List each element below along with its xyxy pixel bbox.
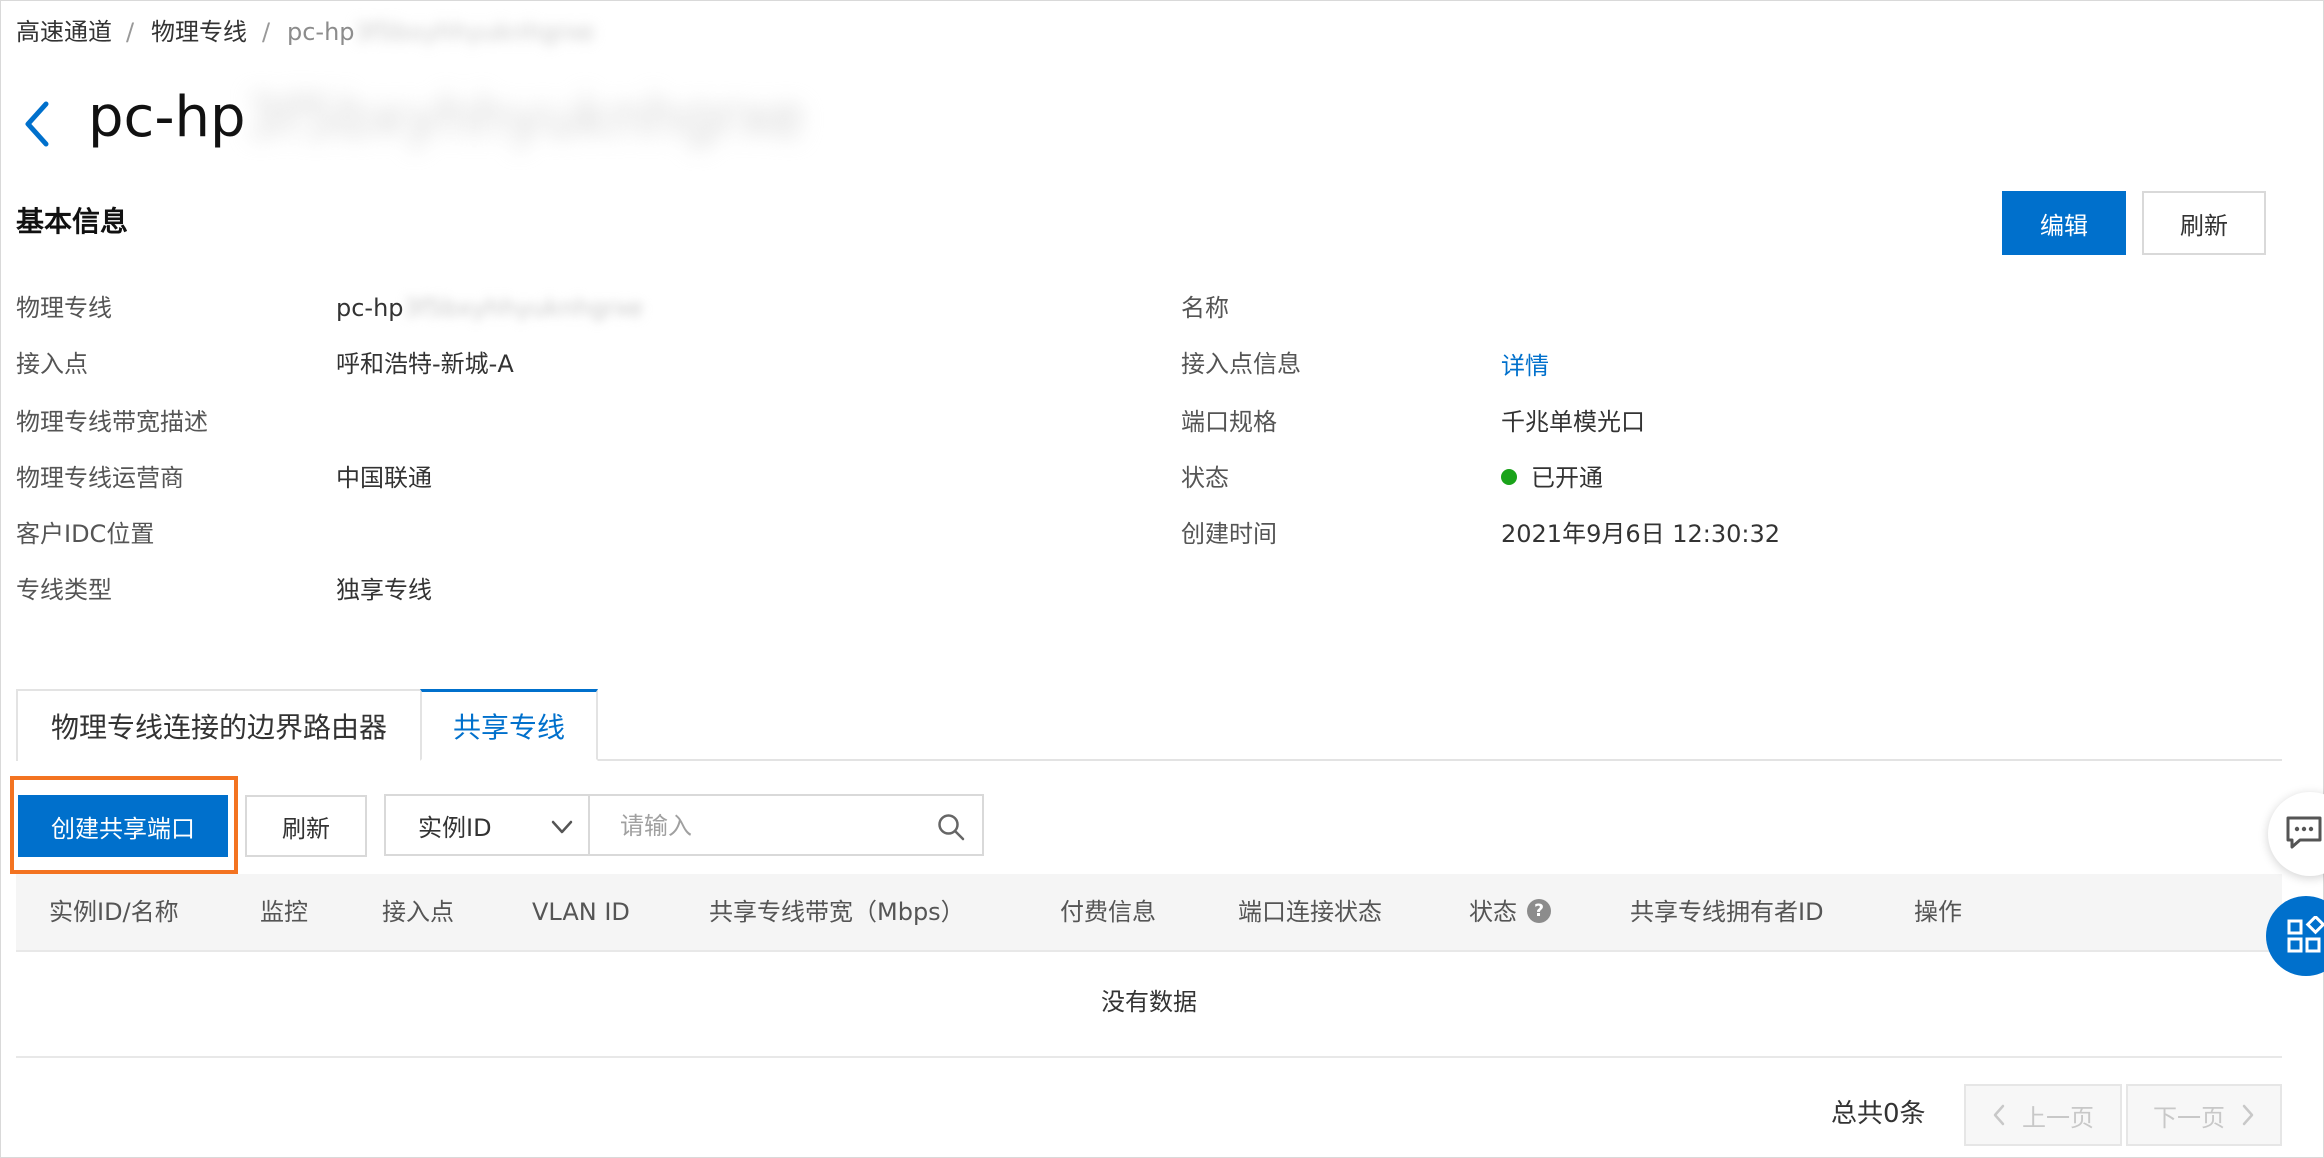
field-label-idc-location: 客户IDC位置 (16, 520, 155, 548)
breadcrumb-current: pc-hp3f5bxyhhyuknhgrxe (287, 18, 595, 46)
filter-select-value: 实例ID (418, 813, 492, 842)
next-page-button[interactable]: 下一页 (2126, 1084, 2282, 1146)
field-label-physical-connection: 物理专线 (16, 294, 112, 322)
field-label-port-spec: 端口规格 (1181, 408, 1277, 436)
chevron-down-icon (551, 820, 573, 834)
create-shared-port-button[interactable]: 创建共享端口 (18, 795, 228, 857)
field-label-status: 状态 (1181, 464, 1229, 492)
status-dot-icon (1501, 469, 1517, 485)
field-label-bandwidth-description: 物理专线带宽描述 (16, 408, 208, 436)
refresh-info-button[interactable]: 刷新 (2142, 191, 2266, 255)
page-title: pc-hp3f5bxyhhyuknhgrxe (88, 85, 805, 150)
chevron-right-icon (2242, 1104, 2254, 1126)
access-point-details-link[interactable]: 详情 (1501, 348, 1549, 384)
apps-icon (2287, 916, 2324, 953)
column-header-vlan-id: VLAN ID (532, 898, 630, 926)
table-header: 实例ID/名称 监控 接入点 VLAN ID 共享专线带宽（Mbps） 付费信息… (16, 874, 2282, 952)
search-icon[interactable] (936, 812, 966, 842)
empty-state-text: 没有数据 (1101, 988, 1197, 1016)
edit-button[interactable]: 编辑 (2002, 191, 2126, 255)
column-header-instance: 实例ID/名称 (49, 898, 179, 926)
field-value-port-spec: 千兆单模光口 (1501, 408, 1645, 436)
field-value-status: 已开通 (1501, 460, 1603, 496)
column-header-bandwidth: 共享专线带宽（Mbps） (709, 898, 965, 926)
column-header-actions: 操作 (1914, 898, 1962, 926)
field-value-physical-connection: pc-hp3f5bxyhhyuknhgrxe (336, 294, 644, 322)
section-title-basic-info: 基本信息 (16, 205, 129, 238)
chat-icon (2286, 816, 2322, 849)
field-label-access-point-info: 接入点信息 (1181, 350, 1301, 378)
breadcrumb-separator: / (262, 18, 271, 46)
tab-shared-lines[interactable]: 共享专线 (420, 689, 598, 761)
breadcrumb-item-express-connect[interactable]: 高速通道 (16, 14, 112, 50)
filter-select[interactable]: 实例ID (384, 794, 589, 856)
field-label-created-time: 创建时间 (1181, 520, 1277, 548)
field-value-operator: 中国联通 (336, 464, 432, 492)
breadcrumb-separator: / (126, 18, 135, 46)
pagination-total: 总共0条 (1831, 1099, 1926, 1129)
tab-border-routers[interactable]: 物理专线连接的边界路由器 (16, 689, 422, 761)
field-label-access-point: 接入点 (16, 350, 88, 378)
breadcrumb-item-physical-connection[interactable]: 物理专线 (151, 14, 247, 50)
column-header-status: 状态? (1469, 874, 1551, 950)
refresh-list-button[interactable]: 刷新 (245, 795, 367, 857)
table-empty-row: 没有数据 (16, 952, 2282, 1058)
field-value-access-point: 呼和浩特-新城-A (336, 350, 514, 378)
field-value-created-time: 2021年9月6日 12:30:32 (1501, 520, 1781, 548)
column-header-billing: 付费信息 (1060, 898, 1156, 926)
column-header-access-point: 接入点 (382, 898, 454, 926)
search-input[interactable] (620, 808, 920, 844)
chevron-left-icon (1993, 1104, 2005, 1126)
field-label-operator: 物理专线运营商 (16, 464, 184, 492)
help-icon[interactable]: ? (1527, 899, 1551, 923)
search-box (588, 794, 984, 856)
prev-page-button[interactable]: 上一页 (1964, 1084, 2122, 1146)
chevron-left-icon[interactable] (18, 94, 58, 154)
column-header-monitor: 监控 (260, 898, 308, 926)
column-header-port-connection-status: 端口连接状态 (1238, 898, 1382, 926)
column-header-owner-id: 共享专线拥有者ID (1630, 898, 1824, 926)
field-label-name: 名称 (1181, 294, 1229, 322)
field-value-line-type: 独享专线 (336, 576, 432, 604)
field-label-line-type: 专线类型 (16, 576, 112, 604)
